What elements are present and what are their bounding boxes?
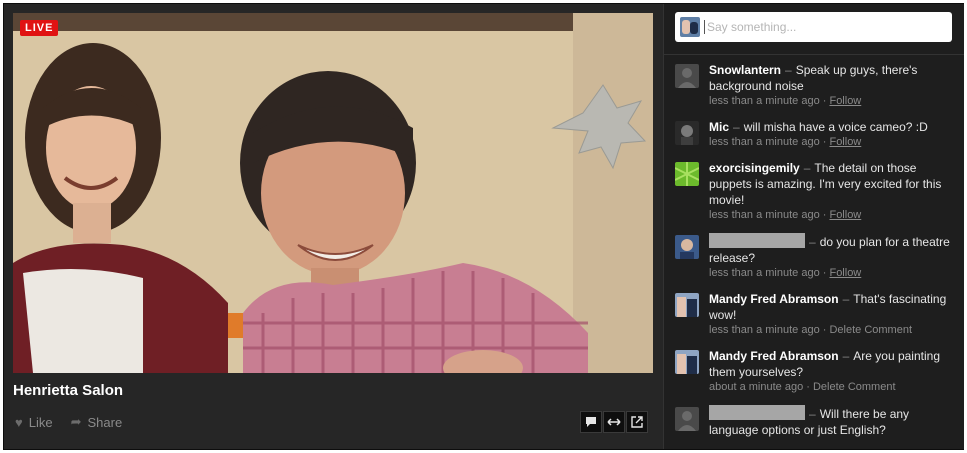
share-arrow-icon: ➦: [70, 414, 82, 429]
like-label: Like: [28, 414, 53, 430]
stream-actions: ♥ Like ➦ Share: [15, 414, 122, 430]
green-pattern-avatar[interactable]: [675, 162, 699, 186]
user-photo-avatar[interactable]: [675, 235, 699, 259]
user-photo-avatar[interactable]: [675, 121, 699, 145]
redacted-name: [709, 233, 805, 248]
follow-link[interactable]: Follow: [829, 209, 861, 221]
stream-title: Henrietta Salon: [13, 382, 124, 399]
comment-time: less than a minute ago: [709, 267, 820, 279]
comment-time: less than a minute ago: [709, 324, 820, 336]
user-photo-avatar[interactable]: [675, 293, 699, 317]
chat-toggle-button[interactable]: [580, 411, 602, 433]
comment-item: – Will there be any language options or j…: [664, 405, 964, 438]
default-avatar-icon[interactable]: [675, 407, 699, 431]
comment-item: – do you plan for a theatre release? less…: [664, 233, 964, 281]
follow-link[interactable]: Follow: [829, 267, 861, 279]
comment-list: Snowlantern – Speak up guys, there's backg…: [664, 62, 964, 448]
video-pane: LIVE Henrietta Salon ♥ Like ➦ Share: [4, 4, 663, 449]
popout-button[interactable]: [626, 411, 648, 433]
share-label: Share: [87, 414, 123, 430]
video-frame: [13, 13, 653, 373]
comment-time: less than a minute ago: [709, 209, 820, 221]
comment-author[interactable]: exorcisingemily: [709, 161, 800, 175]
delete-comment-link[interactable]: Delete Comment: [829, 324, 912, 336]
live-badge: LIVE: [20, 20, 59, 36]
expand-button[interactable]: [603, 411, 625, 433]
chat-input-box[interactable]: [675, 12, 952, 42]
video-player[interactable]: LIVE: [13, 13, 653, 373]
delete-comment-link[interactable]: Delete Comment: [813, 381, 896, 393]
comment-time: about a minute ago: [709, 381, 804, 393]
expand-icon: [607, 418, 621, 426]
heart-icon: ♥: [15, 414, 23, 430]
follow-link[interactable]: Follow: [829, 136, 861, 148]
comment-item: Snowlantern – Speak up guys, there's backg…: [664, 62, 964, 109]
comment-time: less than a minute ago: [709, 136, 820, 148]
follow-link[interactable]: Follow: [829, 95, 861, 107]
comment-time: less than a minute ago: [709, 95, 820, 107]
chat-input[interactable]: [704, 20, 937, 34]
player-controls: [579, 411, 648, 433]
user-photo-avatar[interactable]: [675, 350, 699, 374]
redacted-name: [709, 405, 805, 420]
comment-item: Mic – will misha have a voice cameo? :D le…: [664, 119, 964, 150]
comment-author[interactable]: Mandy Fred Abramson: [709, 292, 839, 306]
chat-pane: Snowlantern–Speak up guys, there's backg…: [663, 4, 964, 449]
chat-input-row: [664, 4, 964, 55]
comment-author[interactable]: Mandy Fred Abramson: [709, 349, 839, 363]
chat-icon: [586, 417, 596, 427]
comment-item: Mandy Fred Abramson – That's fascinating w…: [664, 291, 964, 338]
default-avatar-icon[interactable]: [675, 64, 699, 88]
comment-item: Mandy Fred Abramson – Are you painting the…: [664, 348, 964, 395]
popout-icon: [631, 416, 643, 428]
comment-item: exorcisingemily – The detail on those pupp…: [664, 160, 964, 223]
comment-author[interactable]: Snowlantern: [709, 63, 781, 77]
comment-author[interactable]: Mic: [709, 120, 729, 134]
share-button[interactable]: ➦ Share: [71, 414, 123, 430]
current-user-avatar: [680, 17, 700, 37]
like-button[interactable]: ♥ Like: [15, 414, 53, 430]
live-stream-widget: LIVE Henrietta Salon ♥ Like ➦ Share Say …: [3, 3, 964, 450]
comment-text: will misha have a voice cameo? :D: [743, 120, 928, 134]
